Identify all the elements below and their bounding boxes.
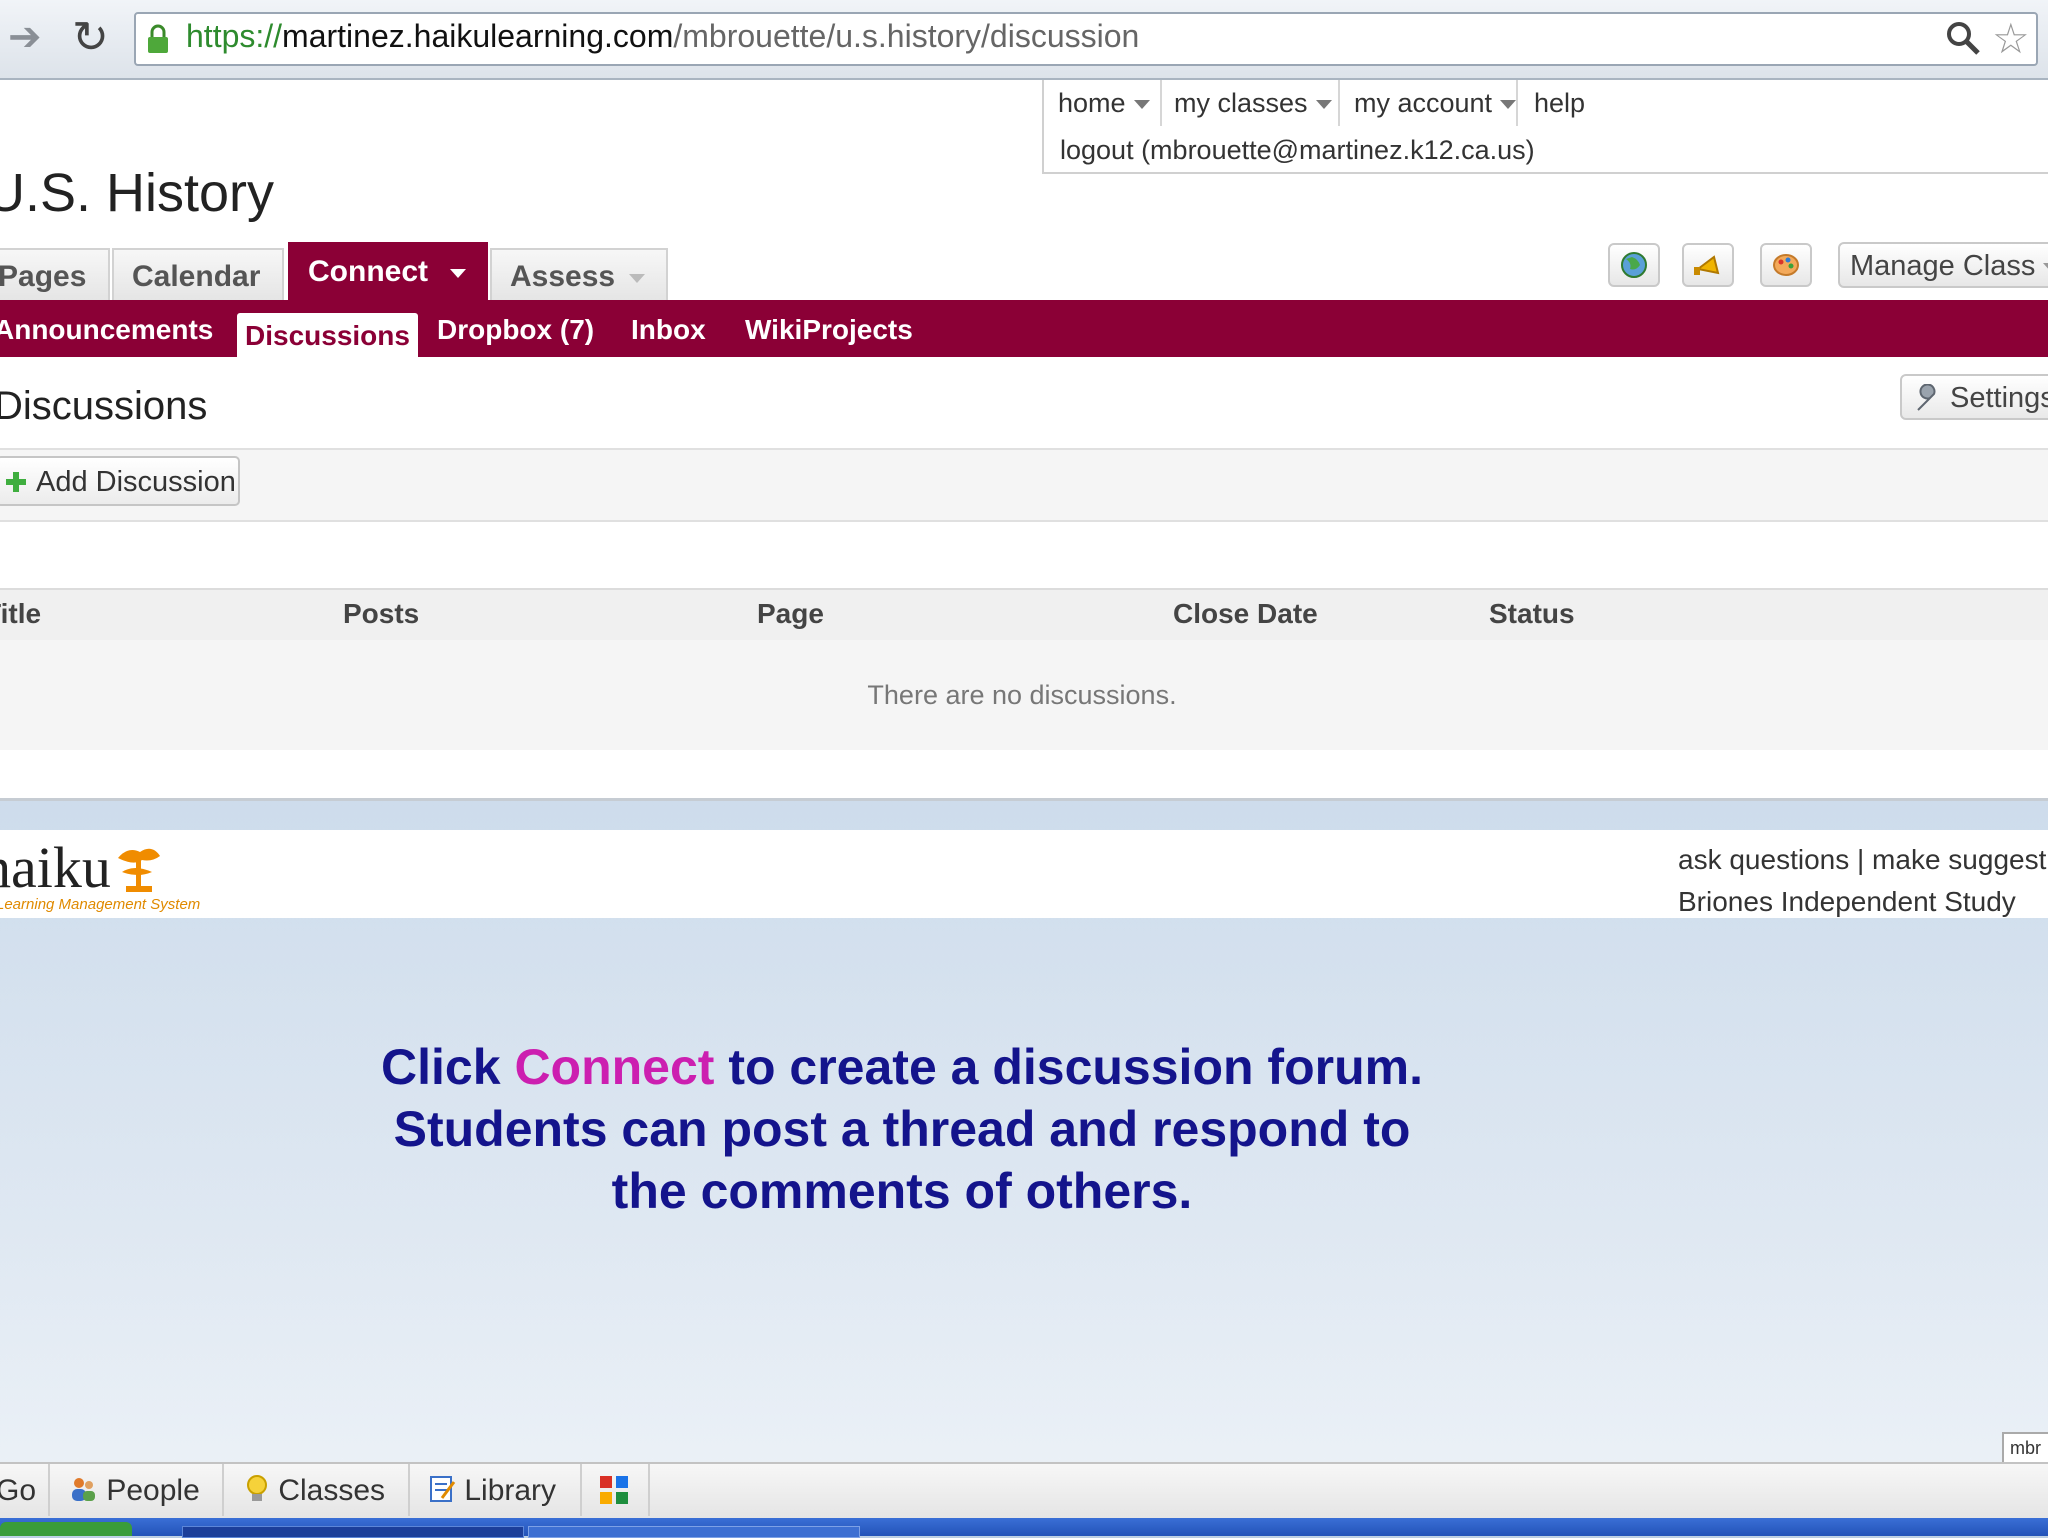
lock-icon <box>148 24 168 53</box>
tab-assess-label: Assess <box>510 260 616 293</box>
launcher-library-label: Library <box>464 1474 557 1507</box>
taskbar-item[interactable] <box>528 1526 860 1538</box>
subnav-discussions[interactable]: Discussions <box>237 313 418 357</box>
tab-pages[interactable]: Pages <box>0 248 110 300</box>
column-header-status[interactable]: Status <box>1489 598 1575 630</box>
wrench-icon <box>1917 384 1936 411</box>
add-discussion-label: Add Discussion <box>36 466 236 498</box>
chevron-down-icon <box>2043 262 2048 272</box>
taskbar-item[interactable] <box>182 1526 524 1538</box>
nav-home[interactable]: home <box>1058 88 1150 119</box>
tab-connect-label: Connect <box>308 255 428 288</box>
launcher-people[interactable]: People <box>68 1474 200 1508</box>
column-header-title[interactable]: Title <box>0 598 41 630</box>
plus-icon <box>6 472 26 492</box>
manage-class-label: Manage Class <box>1850 250 2036 282</box>
launcher-classes[interactable]: Classes <box>244 1474 385 1508</box>
launcher-people-label: People <box>106 1474 200 1507</box>
add-discussion-button[interactable]: Add Discussion <box>0 456 240 506</box>
tutorial-caption: Click Connect to create a discussion for… <box>380 1036 1424 1222</box>
launcher-divider <box>222 1464 224 1516</box>
palette-icon <box>1773 254 1799 276</box>
nav-help[interactable]: help <box>1534 88 1585 119</box>
url-path: /mbrouette/u.s.history/discussion <box>673 18 1140 54</box>
start-button[interactable] <box>0 1522 132 1536</box>
forward-icon[interactable]: ➔ <box>8 14 42 60</box>
launcher-classes-label: Classes <box>278 1474 386 1507</box>
launcher-divider <box>48 1464 50 1516</box>
section-heading: Discussions <box>0 384 208 428</box>
url-scheme: https:// <box>186 18 283 54</box>
tab-connect[interactable]: Connect <box>288 242 488 302</box>
lightbulb-icon <box>247 1475 267 1501</box>
column-header-page[interactable]: Page <box>757 598 824 630</box>
logout-link[interactable]: logout (mbrouette@martinez.k12.ca.us) <box>1060 135 1535 166</box>
subnav-announcements[interactable]: Announcements <box>0 303 213 357</box>
chevron-down-icon <box>629 273 646 283</box>
chevron-down-icon <box>1500 100 1517 110</box>
tab-calendar[interactable]: Calendar <box>112 248 284 300</box>
nav-divider <box>1338 80 1340 126</box>
settings-button[interactable]: Settings <box>1900 374 2048 420</box>
caption-highlight: Connect <box>514 1039 715 1095</box>
url-host: martinez.haikulearning.com <box>282 18 674 54</box>
star-icon[interactable]: ☆ <box>1992 14 2030 63</box>
logo-tagline: Learning Management System <box>0 896 201 913</box>
user-tab[interactable]: mbr <box>2002 1432 2048 1464</box>
nav-my-account-label: my account <box>1354 88 1493 118</box>
page-title: U.S. History <box>0 163 275 223</box>
footer-links[interactable]: ask questions | make suggestions <box>1678 844 2048 876</box>
column-header-close-date[interactable]: Close Date <box>1173 598 1318 630</box>
settings-label: Settings <box>1950 382 2048 414</box>
manage-class-button[interactable]: Manage Class <box>1838 242 2048 288</box>
chevron-down-icon <box>1133 100 1150 110</box>
haiku-logo[interactable]: haiku <box>0 834 111 901</box>
tab-assess[interactable]: Assess <box>490 248 668 300</box>
nav-divider <box>1160 80 1162 126</box>
launcher-divider <box>580 1464 582 1516</box>
google-apps-icon <box>600 1476 628 1504</box>
empty-message: There are no discussions. <box>867 680 1177 710</box>
nav-home-label: home <box>1058 88 1126 118</box>
nav-my-account[interactable]: my account <box>1354 88 1517 119</box>
launcher-library[interactable]: Library <box>428 1474 556 1508</box>
announce-button[interactable] <box>1682 243 1734 287</box>
search-icon[interactable] <box>1945 20 1981 56</box>
discussion-toolbar <box>0 448 2048 522</box>
table-header <box>0 588 2048 642</box>
chevron-down-icon <box>1315 100 1332 110</box>
globe-button[interactable] <box>1608 243 1660 287</box>
launcher-apps[interactable] <box>598 1474 630 1510</box>
subnav-wikiprojects[interactable]: WikiProjects <box>745 303 913 357</box>
subnav-dropbox[interactable]: Dropbox (7) <box>437 303 594 357</box>
address-text[interactable]: https://martinez.haikulearning.com/mbrou… <box>186 18 1139 55</box>
nav-my-classes[interactable]: my classes <box>1174 88 1332 119</box>
bonsai-icon <box>118 848 160 892</box>
subnav-inbox[interactable]: Inbox <box>631 303 706 357</box>
launcher-divider <box>408 1464 410 1516</box>
notebook-icon <box>430 1476 456 1502</box>
nav-my-classes-label: my classes <box>1174 88 1308 118</box>
launcher-divider <box>648 1464 650 1516</box>
chevron-down-icon <box>450 268 466 278</box>
megaphone-icon <box>1694 255 1720 275</box>
people-icon <box>72 1478 95 1501</box>
globe-icon <box>1621 252 1647 278</box>
empty-state: There are no discussions. <box>0 680 2048 711</box>
caption-start: Click <box>381 1039 515 1095</box>
column-header-posts[interactable]: Posts <box>343 598 419 630</box>
nav-divider <box>1516 80 1518 126</box>
launcher-go[interactable]: Go <box>0 1474 36 1508</box>
reload-icon[interactable]: ↻ <box>72 12 109 63</box>
palette-button[interactable] <box>1760 243 1812 287</box>
footer-school: Briones Independent Study <box>1678 886 2016 917</box>
